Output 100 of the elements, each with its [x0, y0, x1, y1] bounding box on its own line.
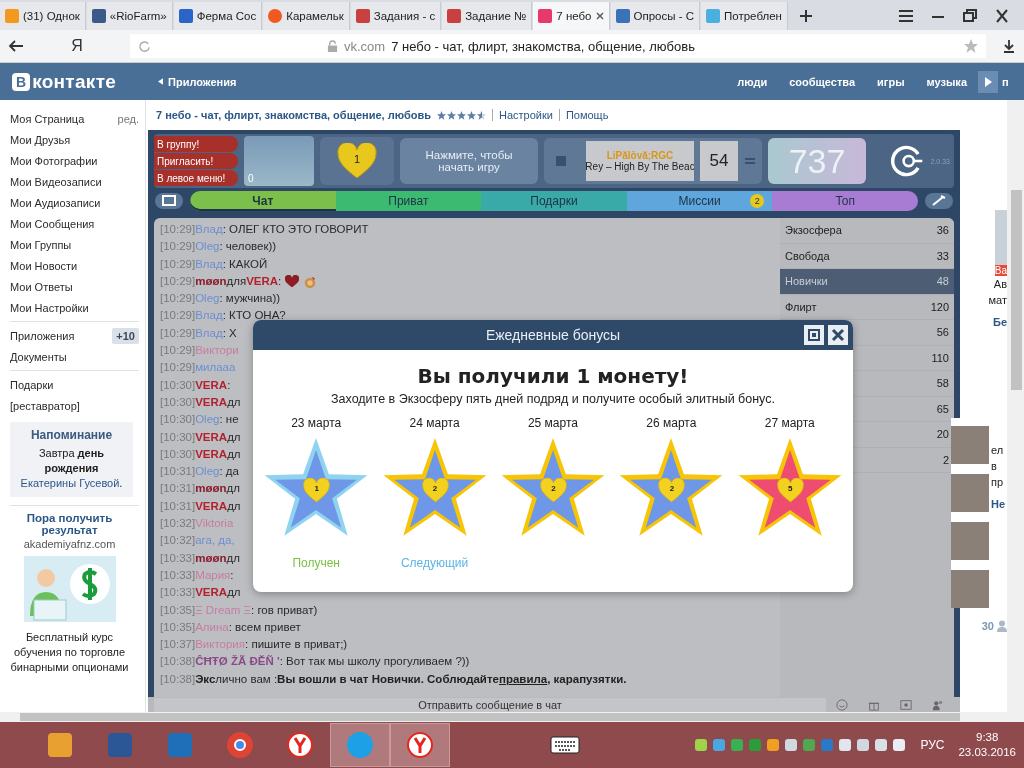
count-badge: 2: [750, 194, 765, 208]
nav-link[interactable]: п: [998, 75, 1024, 88]
taskbar-app[interactable]: [390, 723, 450, 767]
chat-message: [10:33]møønдл: [160, 550, 240, 566]
nav-link[interactable]: музыка: [915, 75, 978, 88]
message-field[interactable]: Отправить сообщение в чат: [154, 697, 826, 712]
ad-title[interactable]: Пора получить результат: [10, 512, 129, 536]
sidebar-link[interactable]: Мои Фотографии: [10, 154, 98, 167]
header-link[interactable]: Помощь: [558, 109, 609, 121]
tray-icon[interactable]: [694, 738, 709, 752]
close-icon[interactable]: [595, 12, 604, 20]
clock-time[interactable]: 9:38: [976, 730, 999, 745]
game-tab[interactable]: Приват: [335, 191, 482, 211]
header-link[interactable]: Настройки: [491, 109, 553, 121]
photo-placeholder[interactable]: Ba: [995, 210, 1007, 276]
palette-icon: [46, 731, 74, 759]
sidebar-link[interactable]: Мои Ответы: [10, 280, 73, 293]
tray-icon[interactable]: [766, 738, 781, 752]
browser-tab[interactable]: «RioFarm»: [86, 2, 173, 30]
sidebar-link[interactable]: Мои Друзья: [10, 133, 71, 146]
game-tab[interactable]: Подарки: [481, 191, 627, 211]
download-icon[interactable]: [1002, 39, 1016, 53]
game-tab[interactable]: Миссии 2: [626, 191, 773, 211]
logo-text[interactable]: контакте: [32, 70, 117, 93]
nav-link[interactable]: игры: [866, 75, 916, 88]
sidebar-link[interactable]: [реставратор]: [10, 399, 80, 412]
image-icon[interactable]: [900, 698, 912, 711]
game-tab[interactable]: Чат: [190, 191, 336, 211]
address-field[interactable]: vk.com 7 небо - чат, флирт, знакомства, общение, любовь: [130, 34, 986, 58]
reload-icon[interactable]: [138, 39, 151, 53]
tray-icon[interactable]: [712, 738, 727, 752]
window-icon[interactable]: [804, 325, 824, 345]
site-icon: [268, 9, 283, 23]
tray-icon[interactable]: [784, 738, 799, 752]
browser-tab[interactable]: 7 небо: [533, 2, 610, 30]
dialog-headline: Вы получили 1 монету!: [416, 364, 690, 388]
sidebar-link[interactable]: Приложения: [10, 329, 75, 342]
wrench-icon[interactable]: [924, 192, 954, 210]
ad-illustration-drawing[interactable]: [23, 556, 116, 622]
nav-link[interactable]: сообщества: [778, 75, 867, 88]
reminder-text: Завтра день рождения Екатерины Гусевой.: [19, 446, 124, 491]
bookmark-star-icon[interactable]: [964, 39, 978, 53]
tray-icon[interactable]: [856, 738, 871, 752]
logo-icon[interactable]: [890, 144, 924, 178]
heart-icon: [421, 478, 449, 503]
people-icon[interactable]: [932, 698, 944, 711]
chat-message: [10:29]Влад: КТО ОНА?: [160, 308, 286, 324]
nav-link[interactable]: люди: [726, 75, 779, 88]
browser-tab[interactable]: Потреблен: [701, 2, 788, 30]
browser-tab[interactable]: Карамельк: [263, 2, 350, 30]
back-arrow-icon[interactable]: [158, 78, 163, 85]
site-icon: [447, 9, 462, 23]
ad-domain[interactable]: akademiyafnz.com: [10, 538, 129, 550]
new-tab-icon[interactable]: [798, 9, 813, 23]
promo-button[interactable]: Пригласить!: [154, 153, 238, 169]
card-icon[interactable]: [154, 192, 184, 210]
chat-room[interactable]: Экзосфера 36: [780, 218, 954, 244]
browser-tab[interactable]: Опросы - С: [610, 2, 701, 30]
sidebar-link[interactable]: Мои Группы: [10, 238, 72, 251]
tray-icon[interactable]: [838, 738, 853, 752]
ad-text[interactable]: Бесплатный курс обучения по торговле бинарными опционами: [10, 630, 129, 675]
smiley-icon[interactable]: [836, 698, 848, 711]
restore-icon[interactable]: [962, 9, 978, 23]
site-icon: [91, 9, 106, 23]
logo-mark[interactable]: В: [12, 72, 31, 91]
scrollbar-thumb[interactable]: [20, 713, 960, 721]
close-icon[interactable]: [994, 9, 1010, 23]
tray-icon[interactable]: [892, 738, 907, 752]
sidebar-link[interactable]: Подарки: [10, 378, 54, 391]
sidebar-link[interactable]: Мои Видеозаписи: [10, 175, 102, 188]
sidebar-link[interactable]: Мои Настройки: [10, 301, 89, 314]
tray-icon[interactable]: [730, 738, 745, 752]
site-icon: [538, 9, 553, 23]
promo-button[interactable]: В левое меню!: [154, 170, 238, 186]
day-status: Следующий: [400, 556, 469, 570]
browser-logo[interactable]: Я: [32, 37, 122, 55]
edit-link[interactable]: ред.: [117, 112, 139, 125]
sidebar-link[interactable]: Мои Аудиозаписи: [10, 196, 101, 209]
browser-tab[interactable]: Задания - с: [350, 2, 442, 30]
keyboard-icon[interactable]: [550, 736, 580, 754]
tray-icon[interactable]: [874, 738, 889, 752]
sidebar-link[interactable]: Документы: [10, 350, 67, 363]
game-tab[interactable]: Топ: [772, 191, 918, 211]
back-link[interactable]: Приложения: [168, 75, 237, 88]
promo-button[interactable]: В группу!: [154, 136, 238, 152]
chat-room[interactable]: Новички 48: [780, 269, 954, 295]
scrollbar-thumb[interactable]: [1011, 190, 1022, 390]
clock-date[interactable]: 23.03.2016: [958, 745, 1016, 760]
sidebar-link[interactable]: Мои Новости: [10, 259, 78, 272]
sidebar-link[interactable]: Мои Сообщения: [10, 217, 95, 230]
back-arrow-icon[interactable]: [8, 39, 24, 53]
browser-tab[interactable]: (31) Однок: [0, 2, 86, 30]
menu-icon[interactable]: [898, 9, 914, 23]
sidebar-link[interactable]: Моя Страница: [10, 112, 85, 125]
next-arrow-button[interactable]: [978, 70, 998, 93]
browser-tab[interactable]: Задание №: [442, 2, 533, 30]
close-icon[interactable]: [828, 325, 848, 345]
track-artist: LiPălövă;RGC: [606, 150, 674, 161]
language-indicator[interactable]: РУС: [920, 738, 945, 752]
browser-tab[interactable]: Ферма Сос: [173, 2, 263, 30]
